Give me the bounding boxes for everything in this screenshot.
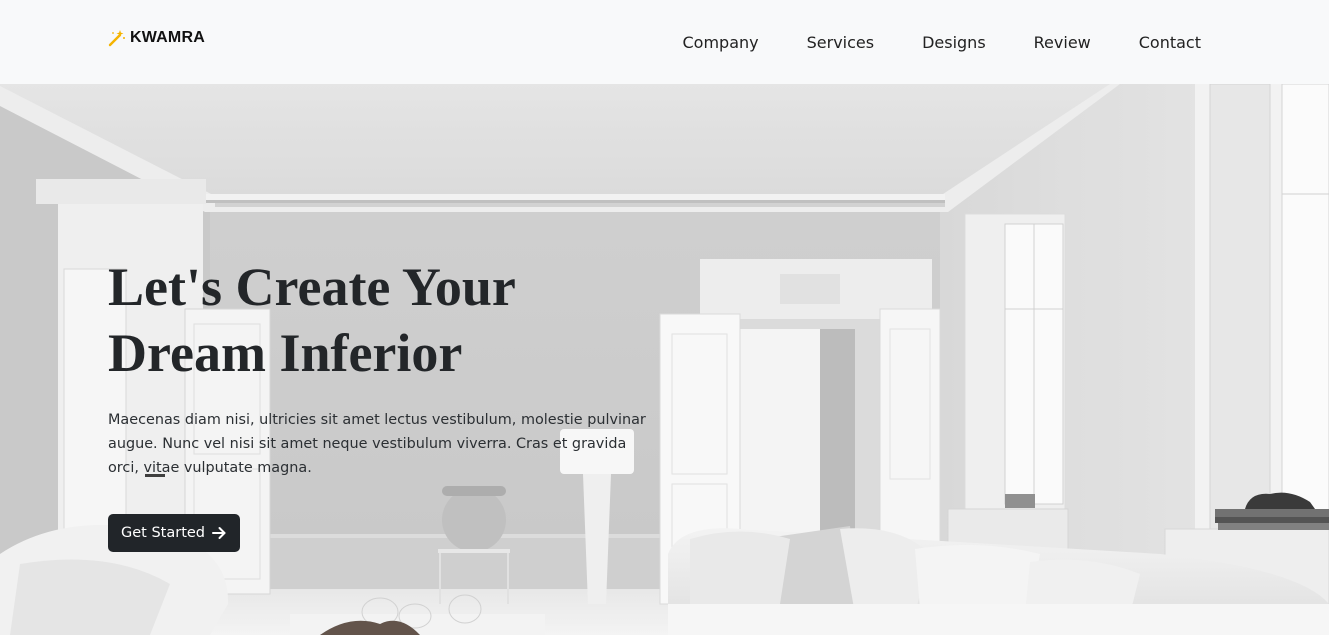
brand-name: KWAMRA bbox=[130, 29, 205, 46]
brand-logo[interactable]: KWAMRA bbox=[108, 29, 205, 47]
hero-title: Let's Create Your Dream Inferior bbox=[108, 257, 515, 383]
hero-description: Maecenas diam nisi, ultricies sit amet l… bbox=[108, 412, 646, 476]
hero-section: Let's Create Your Dream Inferior Maecena… bbox=[0, 84, 1329, 635]
navbar: KWAMRA Company Services Designs Review C… bbox=[0, 0, 1329, 84]
nav-item-designs[interactable]: Designs bbox=[898, 33, 1010, 52]
nav-item-services[interactable]: Services bbox=[783, 33, 898, 52]
nav-item-company[interactable]: Company bbox=[658, 33, 782, 52]
get-started-label: Get Started bbox=[121, 525, 205, 541]
nav-item-contact[interactable]: Contact bbox=[1115, 33, 1225, 52]
arrow-right-icon bbox=[212, 527, 226, 539]
nav-menu: Company Services Designs Review Contact bbox=[658, 0, 1225, 84]
hero-content: Let's Create Your Dream Inferior Maecena… bbox=[108, 254, 668, 552]
magic-wand-icon bbox=[108, 30, 125, 47]
get-started-button[interactable]: Get Started bbox=[108, 514, 240, 552]
nav-item-review[interactable]: Review bbox=[1010, 33, 1115, 52]
